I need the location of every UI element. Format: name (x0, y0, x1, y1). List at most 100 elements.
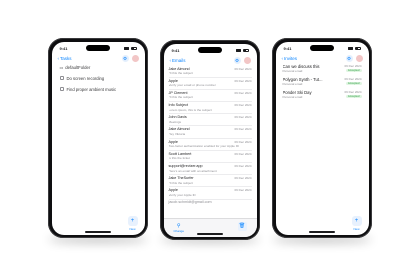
settings-icon[interactable]: ⚙ (345, 54, 353, 62)
invite-date: 09 Dec 2024 (344, 89, 362, 94)
email-row[interactable]: Scott Lambert 09 Dec 2024 Is this the tick… (168, 151, 252, 163)
bottom-toolbar: ⚲ Change 🗑 (163, 217, 257, 237)
email-preview: Verify your Apple ID (168, 192, 196, 197)
email-row[interactable]: support@revizer.app 09 Dec 2024 Here's an … (168, 163, 252, 176)
new-button-label: New (353, 226, 360, 231)
status-bar: 9:41 (284, 45, 361, 52)
email-date: 09 Dec 2024 (234, 188, 252, 193)
back-button[interactable]: ‹ Emails (170, 58, 186, 63)
home-indicator (197, 233, 223, 235)
battery-icon (130, 46, 137, 50)
change-label: Change (173, 228, 185, 233)
email-list: Jake Almond 09 Dec 2024 Hi this the subjec… (168, 66, 252, 205)
chevron-left-icon: ‹ (57, 55, 60, 61)
plus-icon: + (354, 217, 359, 224)
status-badge: Accepted (345, 80, 362, 86)
trash-icon: 🗑 (238, 222, 246, 229)
status-bar: 9:41 (172, 47, 249, 54)
plus-icon: + (130, 217, 135, 224)
change-button[interactable]: ⚲ Change (174, 223, 185, 233)
trash-button[interactable]: 🗑 (237, 221, 247, 231)
avatar[interactable] (131, 54, 139, 62)
settings-icon[interactable]: ⚙ (121, 54, 129, 62)
email-date: 09 Dec 2024 (234, 90, 252, 95)
new-button[interactable]: + (127, 215, 138, 226)
back-label: Emails (172, 57, 186, 63)
email-sender: Info Subject (168, 103, 188, 108)
email-row[interactable]: JP Clement 09 Dec 2024 Hi this the subject (168, 90, 252, 103)
settings-icon[interactable]: ⚙ (233, 56, 241, 64)
emails-screen: 9:41 ‹ Emails ⚙ Jake Almond 09 Dec 2024 Hi… (163, 43, 257, 237)
phone-emails: 9:41 ‹ Emails ⚙ Jake Almond 09 Dec 2024 Hi… (160, 40, 260, 240)
email-row[interactable]: Info Subject 09 Dec 2024 Lorem ipsum, this… (168, 102, 252, 115)
battery-icon (242, 48, 249, 52)
tasks-screen: 9:41 ‹ Tasks ⚙ ▭ defaultFolder Do screen… (51, 41, 145, 235)
home-indicator (309, 231, 335, 233)
task-list: Do screen recording Find proper ambient … (59, 73, 137, 95)
email-preview: Hi this the subject (168, 180, 193, 185)
task-checkbox[interactable] (59, 76, 64, 80)
email-row[interactable]: Apple 09 Dec 2024 Verify your Apple ID (168, 187, 252, 200)
email-date: 09 Dec 2024 (234, 103, 252, 108)
chevron-left-icon: ‹ (169, 57, 172, 63)
email-row[interactable]: John Davis 09 Dec 2024 Meetings (168, 114, 252, 127)
back-button[interactable]: ‹ Invites (282, 56, 298, 61)
email-row[interactable]: Apple 09 Dec 2024 Two-factor authenticatio… (168, 139, 252, 151)
email-preview: Meetings (168, 119, 182, 124)
email-date: 09 Dec 2024 (234, 164, 252, 168)
email-date: 09 Dec 2024 (234, 127, 252, 132)
email-preview: Two-factor authentication enabled for yo… (168, 144, 239, 149)
email-row[interactable]: Jake TheSurfer 09 Dec 2024 Hi this the sub… (168, 175, 252, 188)
task-checkbox[interactable] (59, 87, 64, 91)
email-preview: Is this the ticket (168, 156, 190, 161)
invite-list: Can we discuss this Personal email 09 De… (283, 64, 362, 103)
status-badge: Accepted (345, 67, 362, 73)
email-date: 09 Dec 2024 (234, 66, 252, 71)
invite-date: 09 Dec 2024 (344, 76, 362, 81)
new-button-label: New (129, 226, 136, 231)
invite-row[interactable]: Ponder Ski Day Personal email 09 Dec 202… (283, 90, 362, 103)
phone-tasks: 9:41 ‹ Tasks ⚙ ▭ defaultFolder Do screen… (48, 38, 148, 238)
status-badge: Accepted (345, 93, 362, 99)
task-label: Do screen recording (66, 75, 105, 81)
invite-row[interactable]: Polygon Synth - Tut... Personal email 09… (283, 77, 362, 90)
email-sender: support@revizer.app (168, 164, 203, 168)
status-time: 9:41 (59, 45, 68, 51)
status-bar: 9:41 (60, 45, 137, 52)
email-preview: Verify your email or phone number (168, 83, 216, 88)
chevron-left-icon: ‹ (281, 55, 284, 61)
email-row[interactable]: Jake Almond 09 Dec 2024 Hi this the subjec… (168, 66, 252, 78)
invite-title: Can we discuss this (282, 63, 320, 69)
signal-icon (124, 46, 129, 50)
nav-bar: ‹ Invites ⚙ (282, 54, 363, 63)
status-time: 9:41 (171, 47, 180, 53)
invites-screen: 9:41 ‹ Invites ⚙ Can we discuss this Per… (275, 41, 369, 235)
back-button[interactable]: ‹ Tasks (58, 56, 72, 61)
invite-title: Polygon Synth - Tut... (282, 76, 323, 82)
folder-heading: ▭ defaultFolder (60, 65, 91, 70)
signal-icon (348, 46, 353, 50)
nav-bar: ‹ Tasks ⚙ (58, 54, 139, 63)
folder-icon: ▭ (59, 64, 64, 70)
status-time: 9:41 (283, 45, 292, 51)
email-date: 09 Dec 2024 (234, 115, 252, 120)
nav-bar: ‹ Emails ⚙ (170, 56, 251, 65)
task-item[interactable]: Do screen recording (59, 73, 137, 84)
email-date: 09 Dec 2024 (234, 151, 252, 156)
avatar[interactable] (243, 56, 251, 64)
email-preview: Here's an email with an attachment (168, 168, 217, 173)
signal-icon (236, 48, 241, 52)
back-label: Invites (284, 55, 298, 61)
email-preview: Lorem ipsum, this is the subject (168, 107, 212, 112)
avatar[interactable] (355, 54, 363, 62)
email-row[interactable]: Jake Almond 09 Dec 2024 Hey Viktoria (168, 126, 252, 139)
task-label: Find proper ambient music (66, 86, 117, 92)
battery-icon (354, 46, 361, 50)
task-item[interactable]: Find proper ambient music (59, 84, 137, 95)
email-preview: Hey Viktoria (168, 132, 186, 137)
invite-row[interactable]: Can we discuss this Personal email 09 De… (283, 64, 362, 77)
email-row-partial[interactable]: jacob.schmidt@gmail.com (169, 200, 252, 205)
email-date: 09 Dec 2024 (234, 176, 252, 181)
email-row[interactable]: Apple 09 Dec 2024 Verify your email or pho… (168, 78, 252, 90)
new-button[interactable]: + (351, 215, 362, 226)
